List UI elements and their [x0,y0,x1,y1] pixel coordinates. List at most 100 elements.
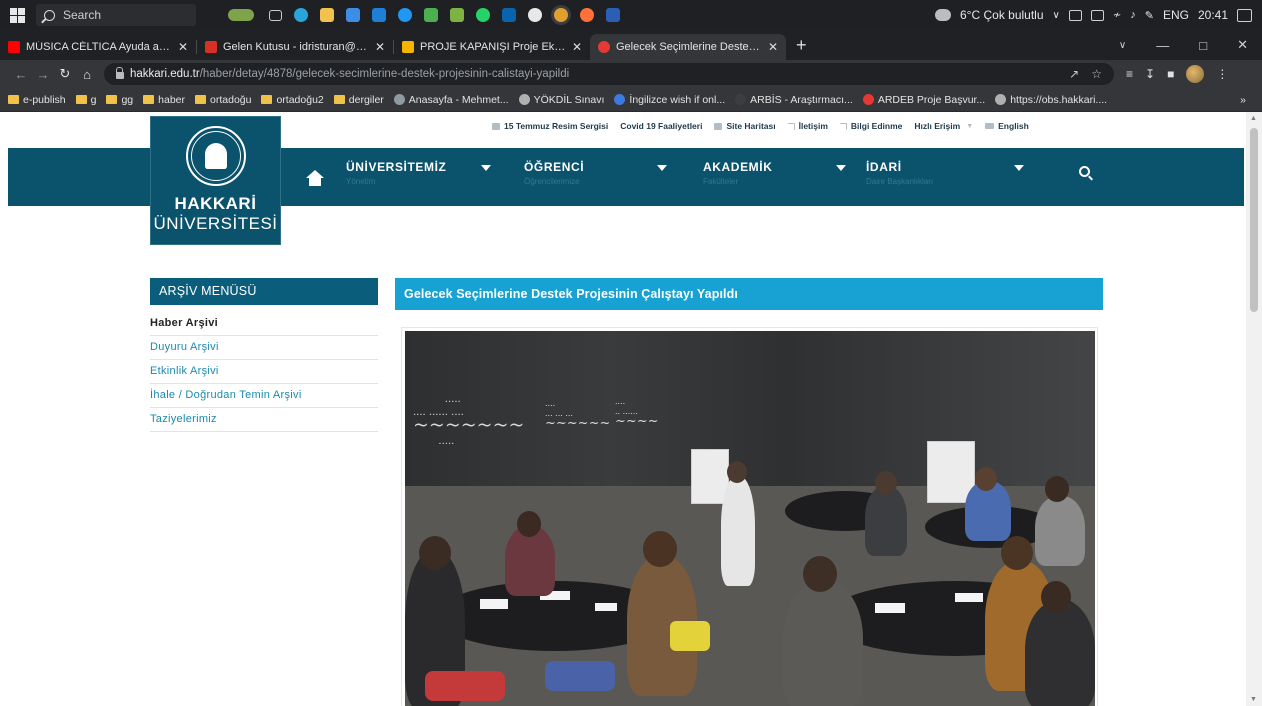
notes-icon[interactable] [444,4,470,26]
new-tab-button[interactable]: + [786,35,817,60]
bookmark-folder[interactable]: gg [106,94,133,106]
top-link-info[interactable]: Bilgi Edinme [834,121,908,131]
bookmark-link[interactable]: ARDEB Proje Başvur... [862,94,985,106]
reading-list-icon[interactable]: ≡ [1126,67,1133,81]
bookmark-link[interactable]: İngilizce wish if onl... [614,94,725,106]
flag-icon [985,123,995,129]
file-explorer-icon[interactable] [314,4,340,26]
tab-3[interactable]: PROJE KAPANIŞI Proje Ekibi - Go ✕ [394,34,590,60]
close-icon[interactable]: ✕ [178,40,188,54]
bookmark-folder[interactable]: e-publish [8,94,66,106]
download-icon[interactable]: ↧ [1145,67,1155,81]
windows-start-icon[interactable] [0,0,34,30]
forward-icon[interactable]: → [32,67,54,82]
speaker-icon[interactable]: ♪ [1130,9,1136,21]
menu-akademik[interactable]: AKADEMİK Fakülteler [703,160,772,186]
close-icon[interactable]: ✕ [375,40,385,54]
mail-icon[interactable] [366,4,392,26]
chevron-up-icon[interactable]: ∨ [1053,10,1060,21]
back-icon[interactable]: ← [10,67,32,82]
close-icon[interactable]: ✕ [768,40,778,54]
top-link-exhibition[interactable]: 15 Temmuz Resim Sergisi [486,121,614,131]
archive-events-link[interactable]: Etkinlik Arşivi [150,360,378,384]
share-icon[interactable]: ↗ [1069,67,1079,81]
search-icon[interactable] [1079,166,1090,177]
firefox-icon[interactable] [574,4,600,26]
top-link-quick-access[interactable]: Hızlı Erişim ▼ [908,121,979,131]
menu-subtitle: Daire Başkanlıkları [866,177,934,186]
archive-condolences-link[interactable]: Taziyelerimiz [150,408,378,432]
address-bar[interactable]: hakkari.edu.tr/haber/detay/4878/gelecek-… [104,63,1114,85]
reload-icon[interactable]: ↻ [54,66,76,82]
tab-2[interactable]: Gelen Kutusu - idristuran@hakk ✕ [197,34,393,60]
weather-text[interactable]: 6°C Çok bulutlu [960,8,1044,22]
chevron-down-icon[interactable] [836,165,846,171]
network-icon[interactable] [1090,9,1104,21]
menu-universitemiz[interactable]: ÜNİVERSİTEMİZ Yönetim [346,160,446,186]
side-panel-icon[interactable]: ■ [1167,67,1174,81]
bookmark-folder[interactable]: ortadoğu2 [261,94,324,106]
edge-icon[interactable] [288,4,314,26]
word-icon[interactable] [600,4,626,26]
bookmark-folder[interactable]: ortadoğu [195,94,251,106]
store-icon[interactable] [340,4,366,26]
archive-news-link[interactable]: Haber Arşivi [150,312,378,336]
menu-ogrenci[interactable]: ÖĞRENCİ Öğrencilerimize [524,160,584,186]
university-logo[interactable]: HAKKARİ ÜNİVERSİTESİ [150,116,281,245]
minimize-icon[interactable]: — [1156,38,1169,53]
scroll-up-icon[interactable]: ▲ [1250,115,1257,122]
bookmark-link[interactable]: ARBİS - Araştırmacı... [735,94,853,106]
top-link-contact[interactable]: İletişim [782,121,834,131]
pen-icon[interactable]: ✎ [1145,9,1154,22]
chevron-down-icon[interactable] [1014,165,1024,171]
top-link-sitemap[interactable]: Site Haritası [708,121,781,131]
article-photo[interactable]: ......... ...... .... ~~~~~~~ ..... .....… [401,327,1098,706]
top-link-covid[interactable]: Covid 19 Faaliyetleri [614,121,708,131]
archive-tender-link[interactable]: İhale / Doğrudan Temin Arşivi [150,384,378,408]
wifi-icon[interactable]: ≁ [1113,10,1121,21]
chevron-down-icon[interactable] [481,165,491,171]
close-icon[interactable]: ✕ [572,40,582,54]
whatsapp-icon[interactable] [470,4,496,26]
battery-icon[interactable] [1068,9,1082,21]
maximize-icon[interactable]: □ [1199,38,1207,53]
profile-avatar[interactable] [1186,65,1205,83]
top-link-english[interactable]: English [979,121,1035,131]
page-scrollbar[interactable]: ▲ ▼ [1246,112,1262,706]
tab-1[interactable]: MÚSICA CÉLTICA Ayuda a Calma ✕ [0,34,196,60]
menu-kebab-icon[interactable]: ⋮ [1216,67,1228,81]
taskbar-search[interactable]: Search [36,4,196,26]
bookmark-folder[interactable]: haber [143,94,185,106]
chevron-down-icon: ▼ [966,122,974,130]
bookmark-folder[interactable]: g [75,94,96,106]
chevron-down-icon[interactable] [657,165,667,171]
lock-icon[interactable] [116,66,124,79]
bookmark-star-icon[interactable]: ☆ [1091,67,1102,81]
scroll-thumb[interactable] [1250,128,1258,312]
archive-announcements-link[interactable]: Duyuru Arşivi [150,336,378,360]
browser-icon[interactable] [522,4,548,26]
skype-icon[interactable] [392,4,418,26]
bookmark-link[interactable]: Anasayfa - Mehmet... [393,94,509,106]
close-window-icon[interactable]: ✕ [1237,37,1248,53]
menu-idari[interactable]: İDARİ Daire Başkanlıkları [866,160,933,186]
home-button-icon[interactable]: ⌂ [76,67,98,82]
clock[interactable]: 20:41 [1198,8,1228,22]
chrome-icon[interactable] [548,4,574,26]
university-seal-icon [185,126,246,186]
folder-icon [8,95,19,104]
bookmark-link[interactable]: YÖKDİL Sınavı [518,94,604,106]
tab-4-active[interactable]: Gelecek Seçimlerine Destek Proj ✕ [590,34,786,60]
bookmark-link[interactable]: https://obs.hakkari.... [995,94,1107,106]
outlook-icon[interactable] [496,4,522,26]
scroll-down-icon[interactable]: ▼ [1250,696,1257,703]
language-indicator[interactable]: ENG [1163,8,1189,22]
widgets-icon[interactable] [228,4,254,26]
bookmark-folder[interactable]: dergiler [333,94,384,106]
tab-search-icon[interactable]: ∨ [1119,40,1126,51]
app-icon[interactable] [418,4,444,26]
notification-icon[interactable] [1237,8,1252,22]
bookmarks-overflow-icon[interactable]: » [1240,94,1262,106]
task-view-icon[interactable] [262,4,288,26]
home-icon[interactable] [306,170,324,186]
